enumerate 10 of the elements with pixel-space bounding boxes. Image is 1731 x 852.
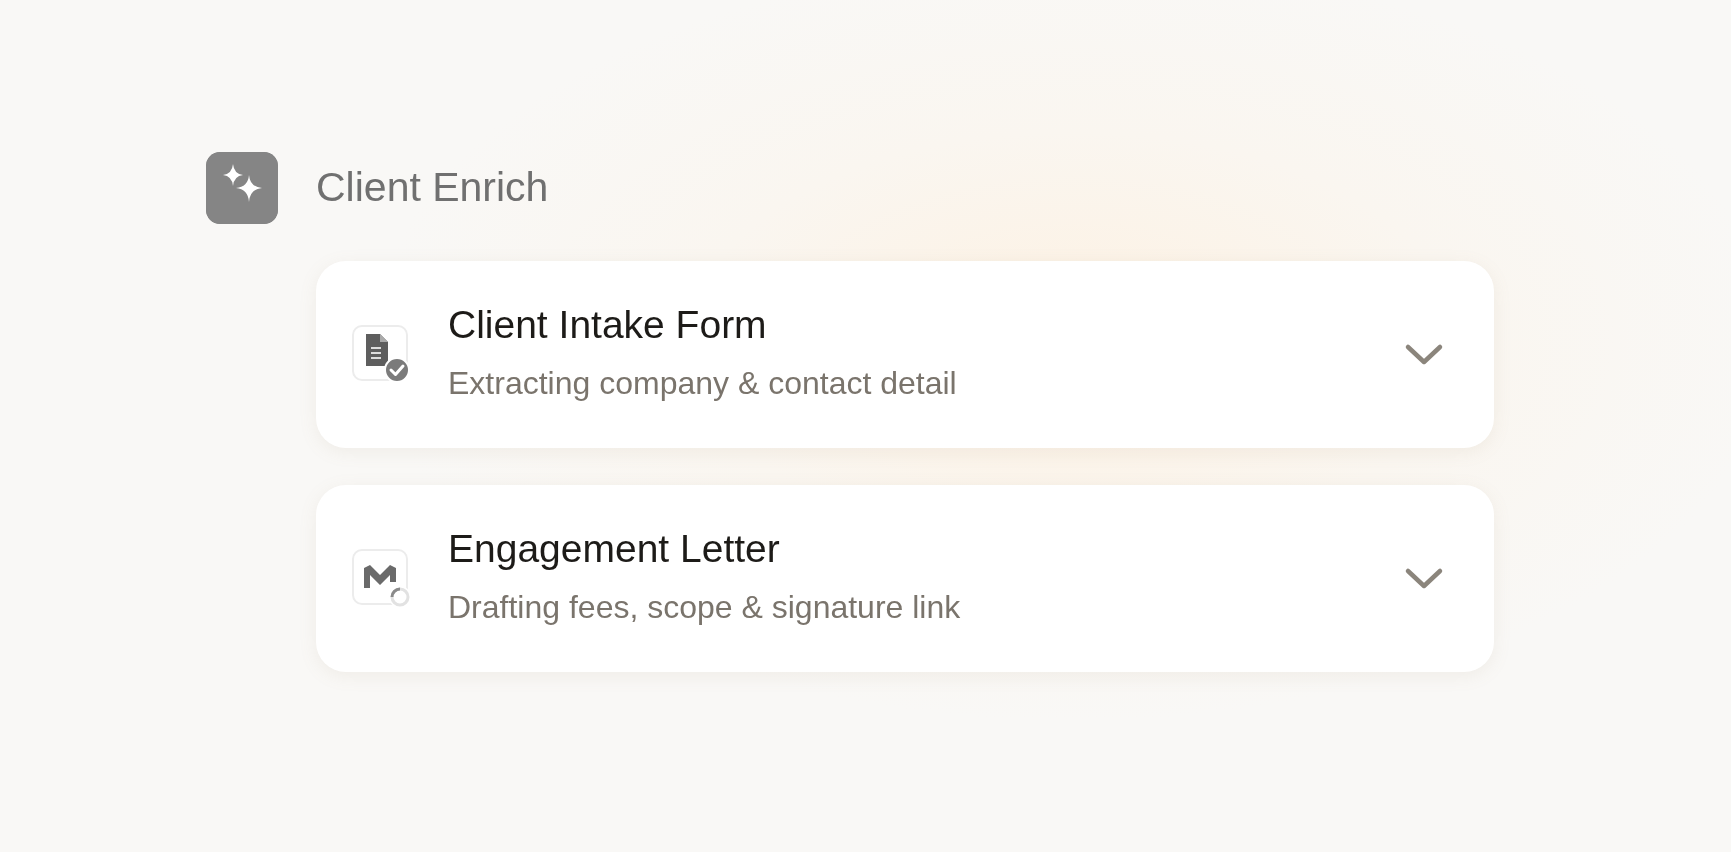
app-title: Client Enrich xyxy=(316,163,549,213)
chevron-icon[interactable] xyxy=(1404,566,1444,591)
task-title: Client Intake Form xyxy=(448,302,768,349)
sparkle-icon xyxy=(206,152,278,224)
task-title: Engagement Letter xyxy=(448,526,781,573)
task-status-text: Drafting fees, scope & signature link xyxy=(448,587,962,627)
task-card[interactable]: Client Intake Form Extracting company & contact detail xyxy=(316,261,1494,448)
task-status-text: Extracting company & contact detail xyxy=(448,363,958,403)
chevron-icon[interactable] xyxy=(1404,342,1444,367)
task-card[interactable]: Engagement Letter Drafting fees, scope & signature link xyxy=(316,485,1494,672)
